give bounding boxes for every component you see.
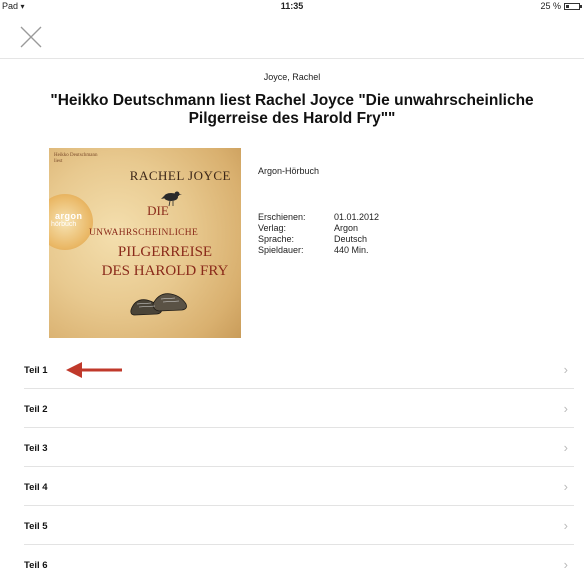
metadata-row: Verlag: Argon	[258, 223, 359, 233]
status-battery: 25 %	[540, 1, 582, 11]
part-label: Teil 6	[24, 560, 48, 571]
part-label: Teil 4	[24, 482, 48, 493]
cover-title-line4: DES HAROLD FRY	[101, 263, 229, 279]
list-item-teil-5[interactable]: Teil 5 ›	[24, 506, 574, 545]
battery-icon	[564, 2, 582, 10]
annotation-arrow-icon	[66, 362, 122, 378]
part-label: Teil 3	[24, 443, 48, 454]
chevron-right-icon: ›	[563, 401, 568, 416]
chevron-right-icon: ›	[563, 440, 568, 455]
cover-narrator: Heikko Deutschmann liest	[54, 153, 98, 164]
chevron-right-icon: ›	[563, 362, 568, 377]
cover-image: Heikko Deutschmann liest RACHEL JOYCE ar…	[49, 148, 241, 338]
part-label: Teil 1	[24, 365, 48, 376]
close-icon	[20, 26, 42, 48]
metadata-row: Erschienen: 01.01.2012	[258, 212, 380, 222]
cover-title-line2: UNWAHRSCHEINLICHE	[89, 228, 199, 238]
cover-author: RACHEL JOYCE	[129, 168, 231, 183]
chevron-right-icon: ›	[563, 479, 568, 494]
book-author: Joyce, Rachel	[263, 72, 321, 82]
publisher-label: Argon-Hörbuch	[258, 166, 320, 176]
chevron-right-icon: ›	[563, 557, 568, 572]
battery-percent: 25 %	[540, 1, 561, 11]
list-item-teil-6[interactable]: Teil 6 ›	[24, 545, 574, 583]
navigation-bar	[0, 14, 584, 59]
close-button[interactable]	[18, 24, 44, 50]
book-title: "Heikko Deutschmann liest Rachel Joyce "…	[50, 92, 534, 127]
metadata-row: Spieldauer: 440 Min.	[258, 245, 369, 255]
metadata-table: Erschienen: 01.01.2012 Verlag: Argon Spr…	[258, 212, 379, 256]
cover-title-line1: DIE	[147, 203, 169, 218]
status-bar: Pad ▾ 11:35 25 %	[0, 0, 584, 14]
part-label: Teil 5	[24, 521, 48, 532]
metadata-row: Sprache: Deutsch	[258, 234, 368, 244]
part-label: Teil 2	[24, 404, 48, 415]
list-item-teil-4[interactable]: Teil 4 ›	[24, 467, 574, 506]
chevron-right-icon: ›	[563, 518, 568, 533]
status-time: 11:35	[280, 1, 304, 11]
list-item-teil-3[interactable]: Teil 3 ›	[24, 428, 574, 467]
shoes-illustration	[130, 293, 187, 316]
parts-list: Teil 1 › Teil 2 › Teil 3 › Teil 4 › Teil…	[24, 350, 574, 583]
list-item-teil-2[interactable]: Teil 2 ›	[24, 389, 574, 428]
cover-title-line3: PILGERREISE	[117, 244, 213, 260]
